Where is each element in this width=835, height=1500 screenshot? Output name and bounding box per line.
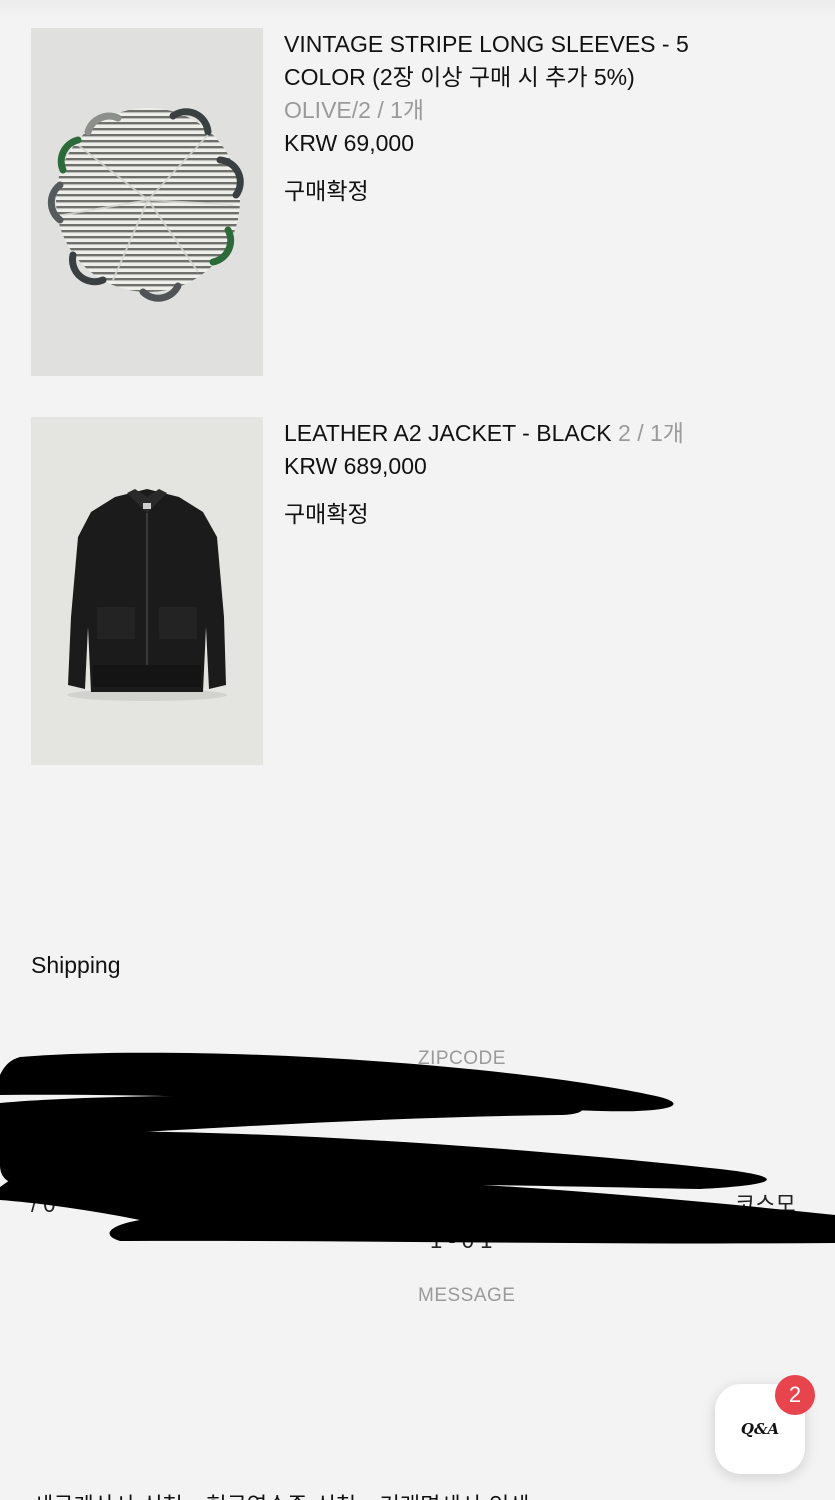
message-label: MESSAGE [418,1285,516,1306]
shipping-heading: Shipping [31,952,121,978]
notification-badge: 2 [775,1375,815,1415]
order-status: 구매확정 [284,178,369,204]
product-option: 2 / 1개 [618,420,684,446]
receipt-links[interactable]: 세금계산서 신청 · 현금영수증 신청 · 거래명세서 인쇄 [33,1488,529,1500]
product-option: OLIVE/2 / 1개 [284,97,425,123]
product-name[interactable]: LEATHER A2 JACKET - BLACK 2 / 1개 [284,417,704,450]
striped-tees-circle-photo [31,28,263,376]
product-name-text: LEATHER A2 JACKET - BLACK [284,420,612,446]
product-name[interactable]: VINTAGE STRIPE LONG SLEEVES - 5 COLOR (2… [284,28,704,94]
order-detail-page: VINTAGE STRIPE LONG SLEEVES - 5 COLOR (2… [0,0,835,1500]
black-leather-jacket-photo [31,417,263,765]
order-status: 구매확정 [284,501,369,527]
redaction-scribble [0,1052,835,1244]
product-thumbnail[interactable] [31,417,263,765]
top-shade [0,0,835,18]
item-info: VINTAGE STRIPE LONG SLEEVES - 5 COLOR (2… [284,28,704,208]
item-info: LEATHER A2 JACKET - BLACK 2 / 1개 KRW 689… [284,417,704,531]
product-thumbnail[interactable] [31,28,263,376]
product-price: KRW 689,000 [284,453,427,479]
product-price: KRW 69,000 [284,130,414,156]
